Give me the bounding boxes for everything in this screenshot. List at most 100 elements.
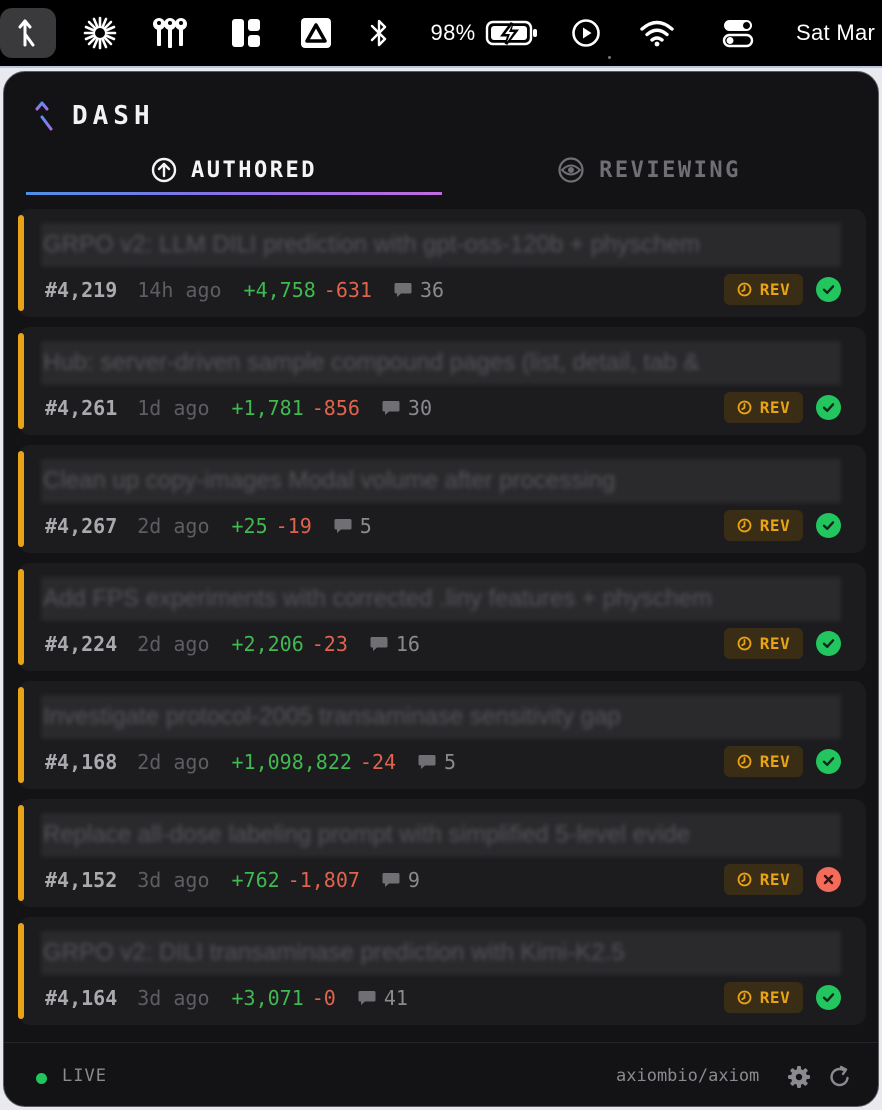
comment-icon	[382, 872, 400, 888]
pr-card[interactable]: Clean up copy-images Modal volume after …	[18, 445, 866, 553]
menubar-clock[interactable]: Sat Mar	[796, 0, 882, 66]
drive-icon[interactable]	[296, 0, 336, 66]
pr-age: 3d ago	[137, 868, 210, 892]
pr-meta: #4,224 2d ago +2,206 -23 16	[45, 627, 420, 661]
pr-accent-bar	[18, 333, 24, 429]
control-center-icon[interactable]	[718, 0, 758, 66]
pr-age: 2d ago	[137, 750, 210, 774]
pr-list[interactable]: GRPO v2: LLM DILI prediction with gpt-os…	[4, 209, 878, 1039]
review-badge-label: REV	[759, 398, 791, 417]
layout-icon[interactable]	[226, 0, 266, 66]
review-status-badge: REV	[724, 628, 803, 659]
review-status-badge: REV	[724, 392, 803, 423]
pr-meta: #4,168 2d ago +1,098,822 -24 5	[45, 745, 456, 779]
wifi-icon[interactable]	[636, 0, 678, 66]
review-badge-label: REV	[759, 752, 791, 771]
pr-additions: +762	[231, 868, 280, 892]
pr-number[interactable]: #4,168	[45, 750, 117, 774]
comment-icon	[370, 636, 388, 652]
pr-title[interactable]: Investigate protocol-2005 transaminase s…	[41, 695, 841, 739]
pr-number[interactable]: #4,164	[45, 986, 117, 1010]
pr-deletions: -23	[311, 632, 348, 656]
pr-title[interactable]: Add FPS experiments with corrected .liny…	[41, 577, 841, 621]
pr-title[interactable]: GRPO v2: LLM DILI prediction with gpt-os…	[41, 223, 841, 267]
pr-card[interactable]: Add FPS experiments with corrected .liny…	[18, 563, 866, 671]
pr-title[interactable]: Clean up copy-images Modal volume after …	[41, 459, 841, 503]
check-circle-icon[interactable]	[816, 631, 841, 656]
clock-icon	[737, 282, 752, 297]
bluetooth-icon[interactable]	[362, 0, 396, 66]
pr-additions: +3,071	[231, 986, 304, 1010]
review-badge-label: REV	[759, 988, 791, 1007]
pr-card[interactable]: Hub: server-driven sample compound pages…	[18, 327, 866, 435]
review-badge-label: REV	[759, 516, 791, 535]
comment-icon	[382, 400, 400, 416]
dash-logo-icon	[35, 101, 53, 131]
pr-age: 14h ago	[137, 278, 222, 302]
pr-additions: +1,098,822	[231, 750, 352, 774]
clock-icon	[737, 754, 752, 769]
pr-card[interactable]: Investigate protocol-2005 transaminase s…	[18, 681, 866, 789]
pr-comment-count: 41	[383, 986, 408, 1010]
pr-additions: +25	[231, 514, 268, 538]
check-circle-icon[interactable]	[816, 985, 841, 1010]
clock-icon	[737, 872, 752, 887]
clock-icon	[737, 400, 752, 415]
pr-title[interactable]: Replace all-dose labeling prompt with si…	[41, 813, 841, 857]
pr-deletions: -0	[311, 986, 336, 1010]
eye-icon	[557, 157, 585, 183]
pr-number[interactable]: #4,152	[45, 868, 117, 892]
check-circle-icon[interactable]	[816, 749, 841, 774]
pr-comment-count: 16	[395, 632, 420, 656]
dash-app-icon	[18, 19, 35, 47]
pr-title[interactable]: Hub: server-driven sample compound pages…	[41, 341, 841, 385]
menu-bar: 98% Sat Mar	[0, 0, 882, 66]
pr-card[interactable]: Replace all-dose labeling prompt with si…	[18, 799, 866, 907]
check-circle-icon[interactable]	[816, 395, 841, 420]
tab-authored-label: AUTHORED	[191, 157, 317, 183]
pr-meta: #4,164 3d ago +3,071 -0 41	[45, 981, 408, 1015]
live-status-dot	[36, 1073, 47, 1084]
pr-meta: #4,261 1d ago +1,781 -856 30	[45, 391, 432, 425]
check-circle-icon[interactable]	[816, 513, 841, 538]
battery-charging-icon[interactable]	[484, 0, 540, 66]
refresh-icon[interactable]	[828, 1065, 852, 1093]
dash-menubar-button[interactable]	[0, 8, 56, 58]
pr-additions: +1,781	[231, 396, 304, 420]
pr-accent-bar	[18, 215, 24, 311]
tab-authored[interactable]: AUTHORED	[26, 148, 442, 192]
x-circle-icon[interactable]	[816, 867, 841, 892]
repo-link[interactable]: axiombio/axiom	[616, 1066, 759, 1086]
review-badge-label: REV	[759, 870, 791, 889]
clock-icon	[737, 636, 752, 651]
play-icon[interactable]	[568, 0, 604, 66]
pr-deletions: -1,807	[287, 868, 360, 892]
keys-icon[interactable]	[148, 0, 192, 66]
pr-number[interactable]: #4,261	[45, 396, 117, 420]
tab-bar: AUTHORED REVIEWING	[26, 148, 856, 198]
pr-comment-count: 5	[444, 750, 457, 774]
pr-card[interactable]: GRPO v2: LLM DILI prediction with gpt-os…	[18, 209, 866, 317]
pr-age: 3d ago	[137, 986, 210, 1010]
pr-number[interactable]: #4,267	[45, 514, 117, 538]
review-status-badge: REV	[724, 746, 803, 777]
pr-card[interactable]: GRPO v2: DILI transaminase prediction wi…	[18, 917, 866, 1025]
sparkle-icon[interactable]	[80, 0, 120, 66]
pr-additions: +2,206	[231, 632, 304, 656]
live-label: LIVE	[62, 1066, 107, 1086]
menubar-indicator-dot	[608, 56, 611, 59]
pr-title[interactable]: GRPO v2: DILI transaminase prediction wi…	[41, 931, 841, 975]
check-circle-icon[interactable]	[816, 277, 841, 302]
comment-icon	[418, 754, 436, 770]
pr-number[interactable]: #4,219	[45, 278, 117, 302]
comment-icon	[358, 990, 376, 1006]
pr-accent-bar	[18, 923, 24, 1019]
review-status-badge: REV	[724, 510, 803, 541]
tab-reviewing[interactable]: REVIEWING	[442, 148, 856, 192]
pr-number[interactable]: #4,224	[45, 632, 117, 656]
clock-icon	[737, 518, 752, 533]
pr-deletions: -631	[323, 278, 372, 302]
pr-comment-count: 30	[407, 396, 433, 420]
pr-meta: #4,267 2d ago +25 -19 5	[45, 509, 372, 543]
gear-icon[interactable]	[787, 1065, 811, 1093]
